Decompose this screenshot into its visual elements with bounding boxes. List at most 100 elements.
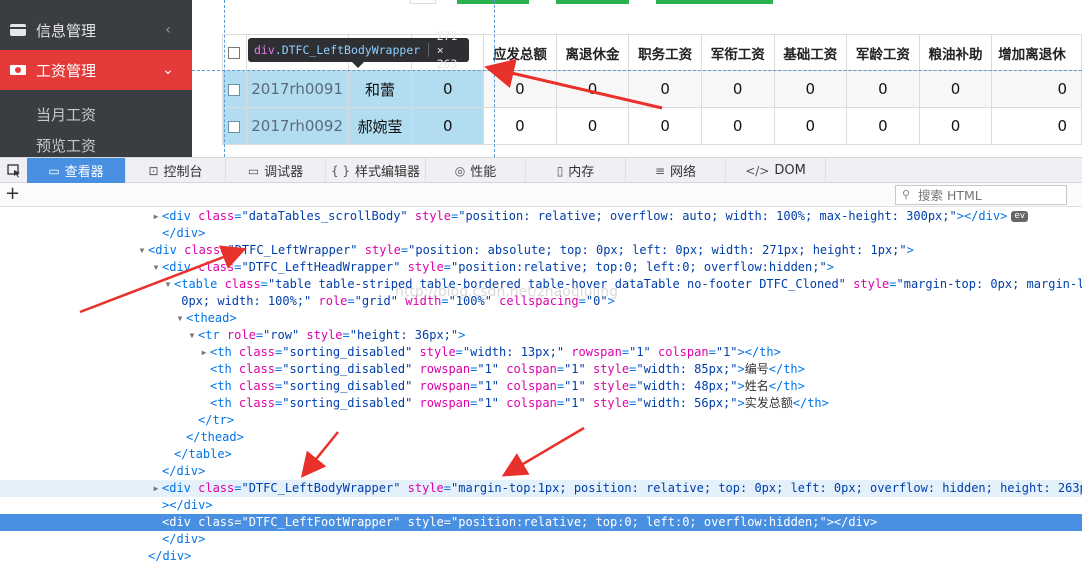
expand-twisty-icon[interactable]: ▸ bbox=[150, 208, 162, 225]
event-badge[interactable]: ev bbox=[1011, 211, 1029, 222]
markup-line[interactable]: ▸ <th class="sorting_disabled" style="wid… bbox=[0, 344, 1082, 361]
markup-token: 0px; width: 100%;" bbox=[174, 294, 319, 308]
tab-network[interactable]: ≡ 网络 bbox=[626, 158, 726, 183]
markup-line[interactable]: ▾ <tr role="row" style="height: 36px;"> bbox=[0, 327, 1082, 344]
markup-token: class bbox=[238, 396, 276, 410]
collapse-twisty-icon[interactable]: ▾ bbox=[174, 310, 186, 327]
markup-line[interactable]: ▾ <div class="DTFC_LeftWrapper" style="po… bbox=[0, 242, 1082, 259]
markup-token: = bbox=[342, 328, 350, 342]
sidebar-item-info-management[interactable]: 信息管理 ‹ bbox=[0, 10, 192, 50]
select-all-checkbox[interactable] bbox=[228, 46, 241, 59]
markup-line[interactable]: </thead> bbox=[0, 429, 1082, 446]
sidebar-item-salary-management[interactable]: 工资管理 ⌄ bbox=[0, 50, 192, 90]
markup-token: </div> bbox=[162, 464, 206, 478]
table-row[interactable]: 2017rh0092 郝婉莹 0 0 0 0 0 0 0 0 0 bbox=[222, 107, 1082, 145]
markup-line[interactable]: ></div> bbox=[0, 497, 1082, 514]
money-icon bbox=[9, 63, 27, 77]
markup-token: = bbox=[443, 260, 452, 274]
markup-token: colspan bbox=[506, 379, 557, 393]
select-all-cell[interactable] bbox=[222, 34, 247, 71]
tooltip-tag: div bbox=[254, 43, 275, 57]
markup-token: class bbox=[198, 260, 235, 274]
markup-line[interactable]: 0px; width: 100%;" role="grid" width="10… bbox=[0, 293, 1082, 310]
markup-token: class bbox=[198, 209, 235, 223]
markup-line[interactable]: </div> bbox=[0, 463, 1082, 480]
markup-token: "1" bbox=[564, 362, 593, 376]
markup-token: style bbox=[407, 481, 444, 495]
inspector-guide-line bbox=[224, 0, 225, 157]
collapse-twisty-icon[interactable]: ▾ bbox=[162, 276, 174, 293]
markup-token: style bbox=[414, 209, 451, 223]
row-select-cell[interactable] bbox=[222, 70, 247, 108]
row-checkbox[interactable] bbox=[228, 83, 241, 96]
markup-line[interactable]: ▾ <thead> bbox=[0, 310, 1082, 327]
markup-line[interactable]: <th class="sorting_disabled" rowspan="1"… bbox=[0, 361, 1082, 378]
devtools-panel: ▭ 查看器 ⊡ 控制台 ▭ 调试器 { } 样式编辑器 ◎ 性能 ▯ 内存 ≡ 网络 </> D… bbox=[0, 157, 1082, 561]
tab-inspector[interactable]: ▭ 查看器 bbox=[27, 158, 126, 183]
tab-memory[interactable]: ▯ 内存 bbox=[526, 158, 626, 183]
row-checkbox[interactable] bbox=[228, 120, 241, 133]
tab-style-editor[interactable]: { } 样式编辑器 bbox=[326, 158, 426, 183]
markup-line[interactable]: </table> bbox=[0, 446, 1082, 463]
expand-twisty-icon[interactable]: ▸ bbox=[198, 344, 210, 361]
markup-token: "dataTables_scrollBody" bbox=[241, 209, 415, 223]
markup-token: "position: absolute; top: 0px; left: 0px… bbox=[408, 243, 907, 257]
markup-view: ▸ <div class = "dataTables_scrollBody" styl… bbox=[0, 208, 1082, 561]
chevron-left-icon: ‹ bbox=[165, 22, 171, 38]
cell-name: 郝婉莹 bbox=[347, 107, 413, 145]
sidebar-subitem-preview-salary[interactable]: 预览工资 bbox=[36, 135, 96, 156]
markup-token: "margin-top: 0px; margin-lef bbox=[896, 277, 1082, 291]
markup-line[interactable]: <th class="sorting_disabled" rowspan="1"… bbox=[0, 395, 1082, 412]
collapse-twisty-icon[interactable]: ▾ bbox=[136, 242, 148, 259]
markup-line[interactable]: </tr> bbox=[0, 412, 1082, 429]
add-node-icon[interactable]: + bbox=[5, 184, 20, 204]
action-button[interactable] bbox=[556, 0, 629, 4]
search-html-input[interactable] bbox=[895, 185, 1067, 205]
markup-token: = bbox=[621, 345, 630, 359]
markup-token: "DTFC_LeftBodyWrapper" bbox=[241, 481, 408, 495]
tab-label: 内存 bbox=[568, 165, 595, 180]
markup-line[interactable]: ▸ <div class = "DTFC_LeftBodyWrapper" style… bbox=[0, 480, 1082, 497]
markup-line[interactable]: ▾ <div class = "DTFC_LeftHeadWrapper" style… bbox=[0, 259, 1082, 276]
markup-line[interactable]: </div> bbox=[0, 225, 1082, 242]
markup-token: style bbox=[364, 243, 401, 257]
markup-token: 姓名 bbox=[744, 379, 769, 393]
markup-token: = bbox=[347, 294, 355, 308]
markup-token: "0" bbox=[585, 294, 608, 308]
filter-input[interactable] bbox=[410, 0, 436, 4]
markup-line[interactable]: <th class="sorting_disabled" rowspan="1"… bbox=[0, 378, 1082, 395]
sidebar-subitem-current-month-salary[interactable]: 当月工资 bbox=[36, 104, 96, 125]
collapse-twisty-icon[interactable]: ▾ bbox=[186, 327, 198, 344]
row-select-cell[interactable] bbox=[222, 107, 247, 145]
markup-token: <div bbox=[162, 515, 199, 529]
markup-token: "sorting_disabled" bbox=[282, 379, 420, 393]
markup-line[interactable]: ▾ <table class="table table-striped table… bbox=[0, 276, 1082, 293]
markup-token: rowspan bbox=[419, 396, 471, 410]
devtools-tabbar: ▭ 查看器 ⊡ 控制台 ▭ 调试器 { } 样式编辑器 ◎ 性能 ▯ 内存 ≡ 网络 </> D… bbox=[0, 158, 1082, 183]
markup-token: </th> bbox=[768, 362, 805, 376]
collapse-twisty-icon[interactable]: ▾ bbox=[150, 259, 162, 276]
markup-token: > bbox=[906, 243, 914, 257]
markup-token: "width: 48px;" bbox=[636, 379, 738, 393]
tab-performance[interactable]: ◎ 性能 bbox=[426, 158, 526, 183]
markup-line[interactable]: </div> bbox=[0, 548, 1082, 561]
table-cell: 0 bbox=[846, 70, 920, 108]
markup-token: "sorting_disabled" bbox=[282, 396, 420, 410]
cell-id: 2017rh0092 bbox=[245, 107, 349, 145]
markup-token: style bbox=[592, 362, 630, 376]
markup-line[interactable]: </div> bbox=[0, 531, 1082, 548]
table-cell: 0 bbox=[846, 107, 920, 145]
expand-twisty-icon[interactable]: ▸ bbox=[150, 480, 162, 497]
action-button[interactable] bbox=[457, 0, 529, 4]
element-picker-icon[interactable] bbox=[0, 158, 27, 183]
tab-dom[interactable]: </> DOM bbox=[726, 158, 826, 183]
tab-console[interactable]: ⊡ 控制台 bbox=[126, 158, 226, 183]
markup-line[interactable]: ▸ <div class="dataTables_scrollBody" styl… bbox=[0, 208, 1082, 225]
markup-token: <th bbox=[210, 379, 239, 393]
tab-debugger[interactable]: ▭ 调试器 bbox=[226, 158, 326, 183]
markup-line[interactable]: <div class="DTFC_LeftFootWrapper" style=… bbox=[0, 514, 1082, 531]
sidebar-item-label: 工资管理 bbox=[36, 61, 97, 80]
markup-token: colspan bbox=[658, 345, 709, 359]
table-row[interactable]: 2017rh0091 和蕾 0 0 0 0 0 0 0 0 0 bbox=[222, 70, 1082, 108]
action-button[interactable] bbox=[656, 0, 773, 4]
